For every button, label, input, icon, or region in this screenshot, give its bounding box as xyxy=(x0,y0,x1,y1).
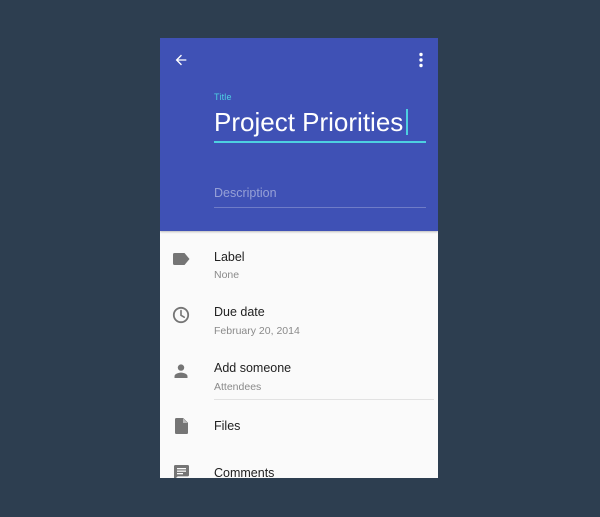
add-someone-row-title: Add someone xyxy=(214,361,292,375)
more-vert-icon xyxy=(419,52,423,68)
details-list: Label None Due date February 20, 2014 Ad… xyxy=(160,231,438,478)
add-someone-row[interactable]: Add someone Attendees xyxy=(160,343,438,399)
person-icon xyxy=(171,361,191,381)
app-header: Title Project Priorities xyxy=(160,38,438,231)
back-button[interactable] xyxy=(170,49,192,71)
description-input[interactable] xyxy=(214,183,426,203)
comments-row[interactable]: Comments xyxy=(160,452,438,478)
label-row-title: Label xyxy=(214,250,245,264)
due-date-row-value: February 20, 2014 xyxy=(214,325,300,337)
label-row[interactable]: Label None xyxy=(160,231,438,287)
comments-row-title: Comments xyxy=(214,466,275,478)
label-icon xyxy=(171,249,191,269)
more-options-button[interactable] xyxy=(412,49,430,71)
clock-icon xyxy=(171,305,191,325)
title-input[interactable]: Project Priorities xyxy=(214,103,426,143)
title-input-value: Project Priorities xyxy=(214,107,404,137)
phone-screen: Title Project Priorities Label None xyxy=(160,38,438,478)
title-field-label: Title xyxy=(214,92,232,102)
file-icon xyxy=(171,416,191,436)
text-cursor xyxy=(406,109,409,135)
description-field xyxy=(214,183,426,208)
due-date-row[interactable]: Due date February 20, 2014 xyxy=(160,287,438,343)
files-row[interactable]: Files xyxy=(160,400,438,452)
arrow-back-icon xyxy=(175,54,187,66)
label-row-value: None xyxy=(214,269,240,281)
title-input-underline xyxy=(214,141,426,143)
files-row-title: Files xyxy=(214,419,241,433)
comment-icon xyxy=(171,462,191,478)
add-someone-row-value: Attendees xyxy=(214,381,262,393)
due-date-row-title: Due date xyxy=(214,305,265,319)
